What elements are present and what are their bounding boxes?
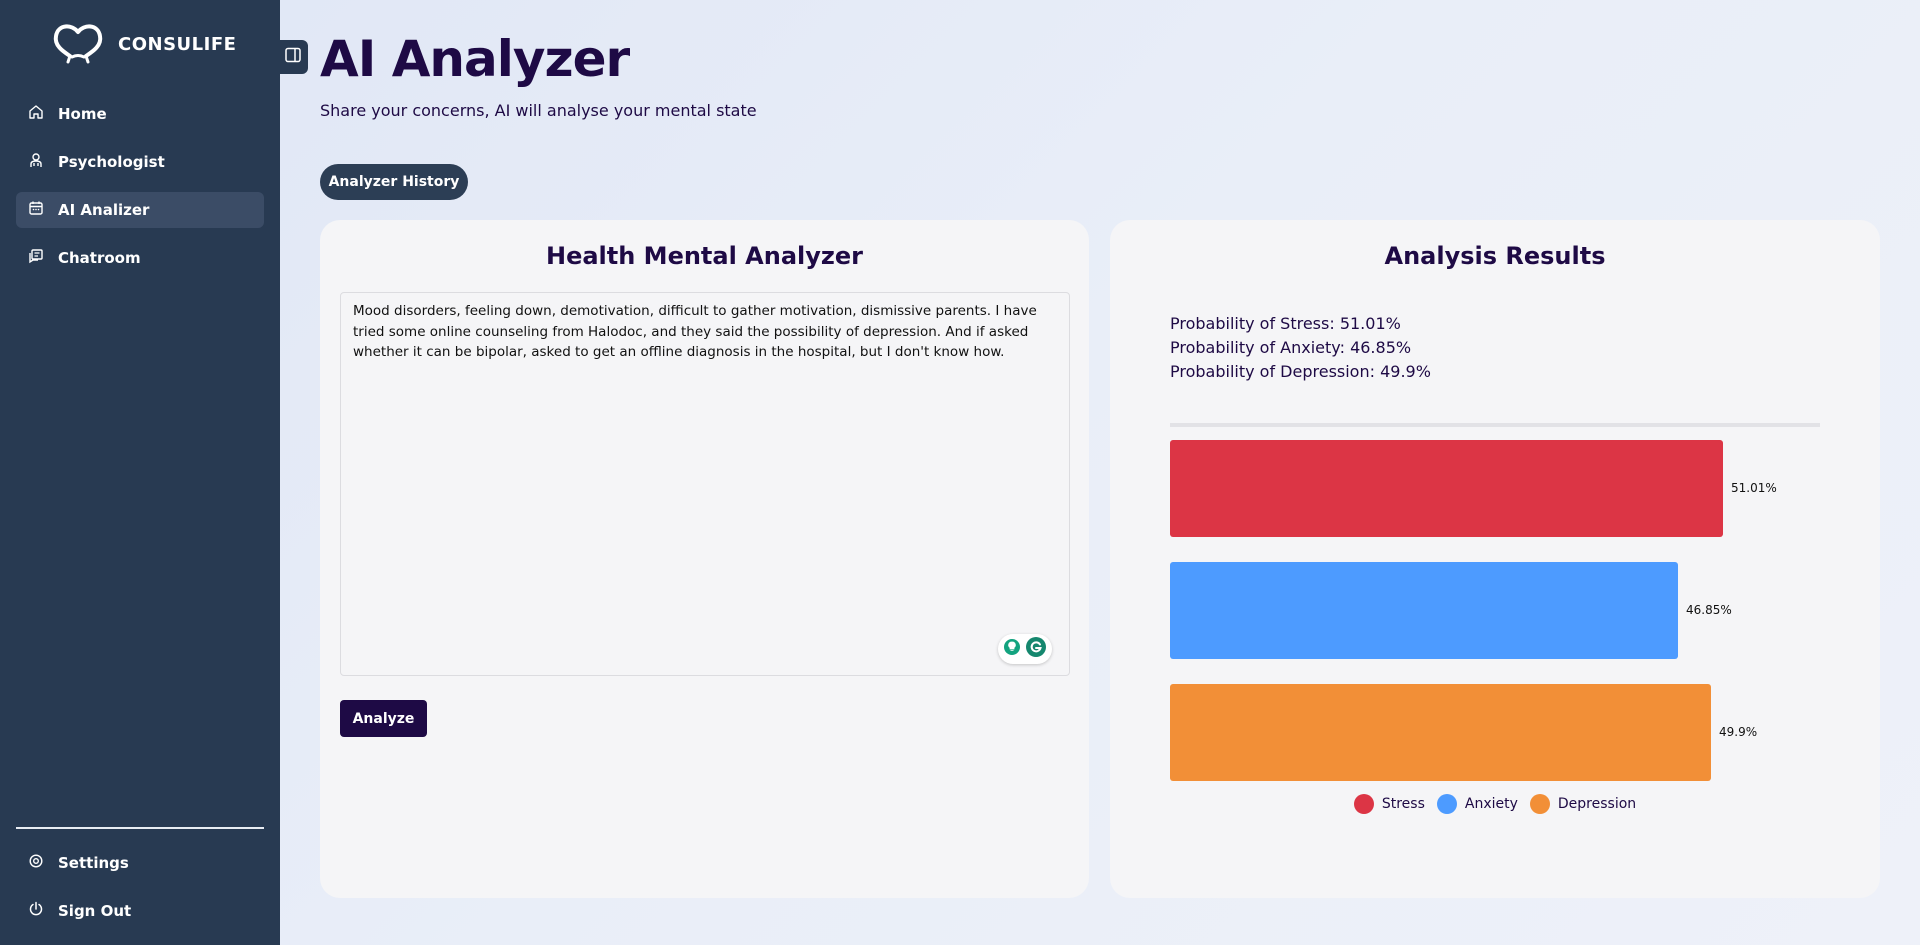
sidebar-item-chatroom[interactable]: Chatroom	[16, 240, 264, 276]
legend-label: Stress	[1381, 796, 1425, 812]
sidebar-toggle-button[interactable]	[278, 40, 308, 74]
results-card-title: Analysis Results	[1384, 242, 1606, 270]
brain-logo-icon	[53, 24, 103, 64]
probability-list: Probability of Stress: 51.01% Probabilit…	[1170, 312, 1431, 384]
lightbulb-icon	[1003, 638, 1021, 660]
grammarly-widget[interactable]	[998, 634, 1052, 664]
sidebar-item-label: AI Analizer	[58, 201, 150, 219]
sidebar-item-settings[interactable]: Settings	[16, 845, 264, 881]
sidebar-panel-icon	[284, 46, 302, 68]
anxiety-bar-label: 46.85%	[1686, 602, 1732, 617]
sidebar-item-label: Sign Out	[58, 902, 132, 920]
legend-item-anxiety[interactable]: Anxiety	[1436, 794, 1518, 814]
analyzer-card-title: Health Mental Analyzer	[545, 242, 863, 270]
analyzer-card: Health Mental Analyzer Mood disorders, f…	[320, 220, 1089, 898]
legend-label: Anxiety	[1464, 796, 1518, 812]
depression-bar[interactable]	[1170, 684, 1711, 781]
app-name: CONSULIFE	[118, 33, 237, 55]
sidebar-item-home[interactable]: Home	[16, 96, 264, 132]
stress-bar-label: 51.01%	[1731, 480, 1777, 495]
depression-probability: Probability of Depression: 49.9%	[1170, 362, 1431, 381]
legend-item-depression[interactable]: Depression	[1529, 794, 1637, 814]
results-card: Analysis Results Probability of Stress: …	[1110, 220, 1880, 898]
sidebar-item-sign-out[interactable]: Sign Out	[16, 893, 264, 929]
analyze-button[interactable]: Analyze	[340, 700, 427, 737]
sidebar-item-label: Settings	[58, 854, 129, 872]
page-subtitle: Share your concerns, AI will analyse you…	[320, 101, 757, 120]
settings-icon	[28, 853, 44, 873]
results-bar-chart: 51.01% 46.85% 49.9%	[1170, 440, 1820, 790]
anxiety-probability: Probability of Anxiety: 46.85%	[1170, 338, 1412, 357]
legend-label: Depression	[1557, 796, 1637, 812]
chart-top-divider	[1170, 423, 1820, 427]
home-icon	[28, 104, 44, 124]
analyzer-history-button[interactable]: Analyzer History	[320, 164, 468, 200]
grammarly-icon	[1025, 636, 1047, 662]
sidebar: CONSULIFE Home Psychologist AI Analizer …	[0, 0, 280, 945]
stress-probability: Probability of Stress: 51.01%	[1170, 314, 1401, 333]
stress-legend-dot	[1353, 794, 1374, 814]
sidebar-item-ai-analizer[interactable]: AI Analizer	[16, 192, 264, 228]
sidebar-item-label: Psychologist	[58, 153, 165, 171]
anxiety-legend-dot	[1436, 794, 1457, 814]
calendar-icon	[28, 200, 44, 220]
anxiety-bar[interactable]	[1170, 562, 1678, 659]
sidebar-item-label: Home	[58, 105, 107, 123]
chart-legend: Stress Anxiety Depression	[1110, 794, 1880, 814]
depression-bar-label: 49.9%	[1719, 724, 1758, 739]
sidebar-item-psychologist[interactable]: Psychologist	[16, 144, 264, 180]
sidebar-divider	[16, 827, 264, 829]
concern-textarea[interactable]: Mood disorders, feeling down, demotivati…	[340, 292, 1070, 676]
legend-item-stress[interactable]: Stress	[1353, 794, 1425, 814]
psychologist-icon	[28, 152, 44, 172]
stress-bar[interactable]	[1170, 440, 1723, 537]
logo[interactable]: CONSULIFE	[50, 24, 236, 64]
power-icon	[28, 901, 44, 921]
chat-icon	[28, 248, 44, 268]
depression-legend-dot	[1529, 794, 1550, 814]
sidebar-item-label: Chatroom	[58, 249, 141, 267]
page-title: AI Analyzer	[320, 30, 630, 88]
